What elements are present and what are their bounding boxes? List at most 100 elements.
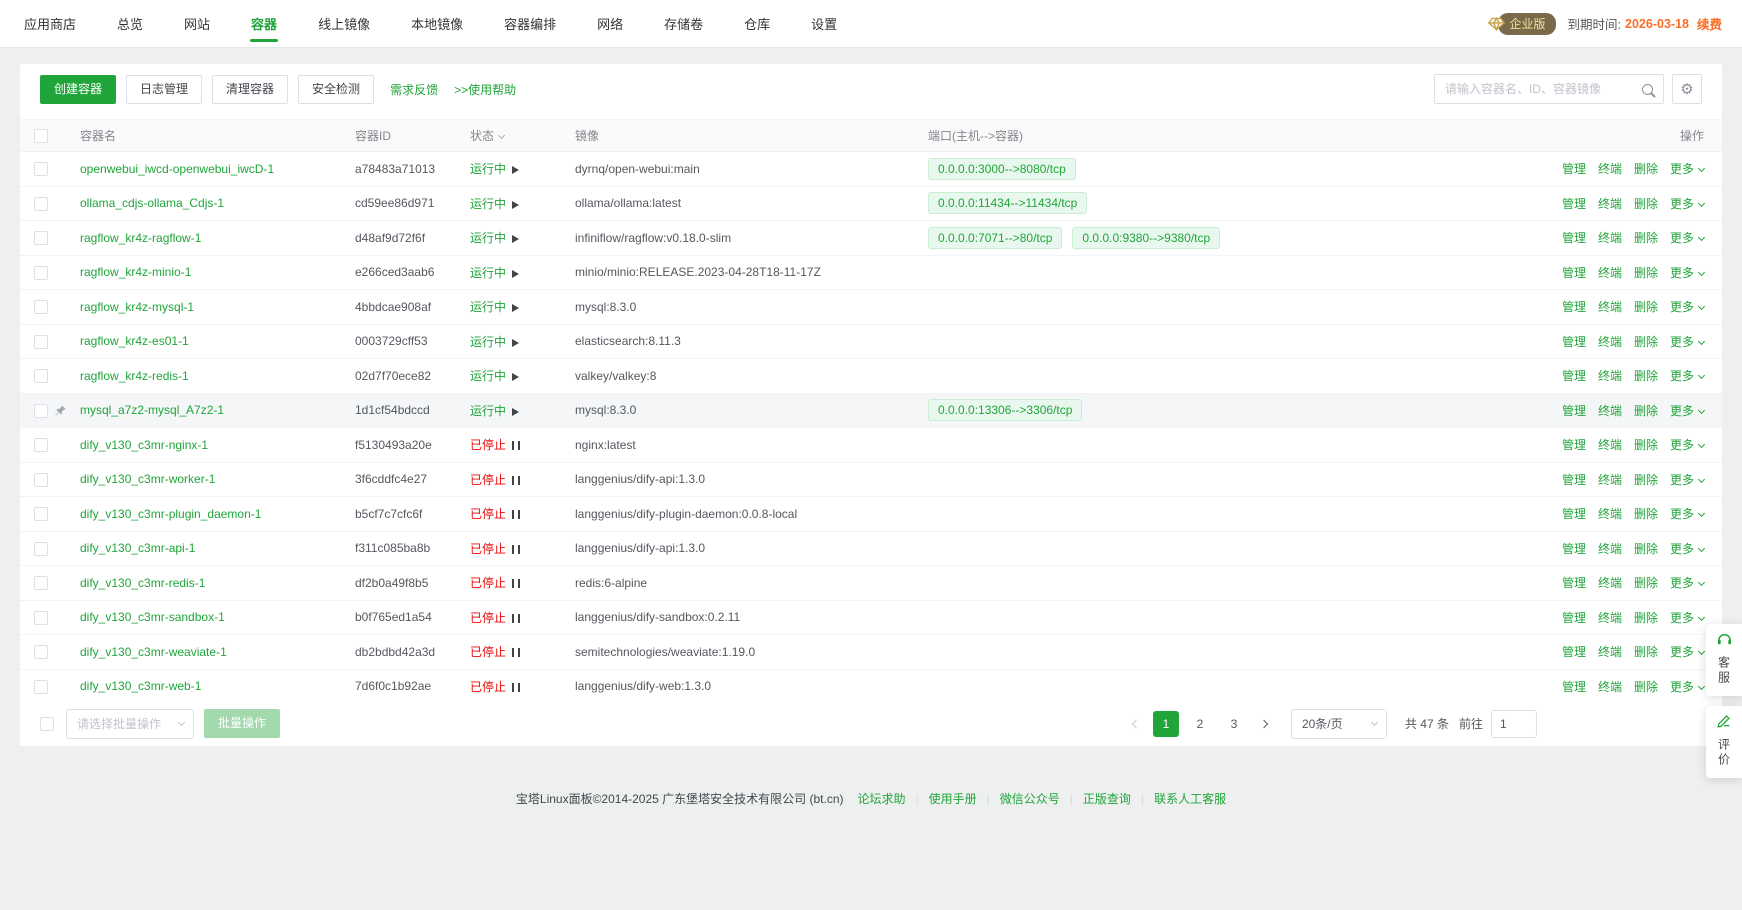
nav-item[interactable]: 本地镜像 [411,0,463,47]
goto-page-input[interactable] [1491,710,1537,738]
row-checkbox[interactable] [34,473,48,487]
footer-link[interactable]: 正版查询 [1083,792,1131,806]
delete-link[interactable]: 删除 [1634,473,1658,487]
header-status[interactable]: 状态 [470,120,575,152]
row-checkbox[interactable] [34,300,48,314]
manage-link[interactable]: 管理 [1562,680,1586,694]
search-input[interactable] [1435,82,1631,96]
nav-item[interactable]: 存储卷 [664,0,703,47]
nav-item[interactable]: 仓库 [744,0,770,47]
more-link[interactable]: 更多 [1670,266,1704,280]
manage-link[interactable]: 管理 [1562,231,1586,245]
row-checkbox[interactable] [34,162,48,176]
terminal-link[interactable]: 终端 [1598,680,1622,694]
container-name-link[interactable]: dify_v130_c3mr-web-1 [80,679,201,693]
container-name-link[interactable]: dify_v130_c3mr-sandbox-1 [80,610,225,624]
terminal-link[interactable]: 终端 [1598,645,1622,659]
row-checkbox[interactable] [34,542,48,556]
terminal-link[interactable]: 终端 [1598,369,1622,383]
container-name-link[interactable]: dify_v130_c3mr-api-1 [80,541,195,555]
container-name-link[interactable]: dify_v130_c3mr-weaviate-1 [80,645,227,659]
manage-link[interactable]: 管理 [1562,611,1586,625]
feedback-link[interactable]: 需求反馈 [390,81,438,98]
nav-item[interactable]: 容器编排 [504,0,556,47]
terminal-link[interactable]: 终端 [1598,197,1622,211]
container-name-link[interactable]: dify_v130_c3mr-worker-1 [80,472,215,486]
manage-link[interactable]: 管理 [1562,507,1586,521]
container-name-link[interactable]: ragflow_kr4z-ragflow-1 [80,231,201,245]
terminal-link[interactable]: 终端 [1598,611,1622,625]
nav-item[interactable]: 网络 [597,0,623,47]
page-button-2[interactable]: 2 [1187,711,1213,737]
manage-link[interactable]: 管理 [1562,197,1586,211]
more-link[interactable]: 更多 [1670,680,1704,694]
row-checkbox[interactable] [34,680,48,694]
footer-link[interactable]: 论坛求助 [858,792,906,806]
delete-link[interactable]: 删除 [1634,266,1658,280]
more-link[interactable]: 更多 [1670,300,1704,314]
more-link[interactable]: 更多 [1670,507,1704,521]
nav-item[interactable]: 总览 [117,0,143,47]
select-all-checkbox[interactable] [34,129,48,143]
customer-service-widget[interactable]: 客服 [1706,624,1742,696]
footer-link[interactable]: 微信公众号 [1000,792,1060,806]
container-name-link[interactable]: ollama_cdjs-ollama_Cdjs-1 [80,196,224,210]
manage-link[interactable]: 管理 [1562,162,1586,176]
row-checkbox[interactable] [34,197,48,211]
manage-link[interactable]: 管理 [1562,576,1586,590]
more-link[interactable]: 更多 [1670,404,1704,418]
row-checkbox[interactable] [34,369,48,383]
container-name-link[interactable]: ragflow_kr4z-mysql-1 [80,300,194,314]
delete-link[interactable]: 删除 [1634,300,1658,314]
prev-page-button[interactable] [1123,711,1149,737]
search-button[interactable] [1631,75,1663,103]
terminal-link[interactable]: 终端 [1598,231,1622,245]
manage-link[interactable]: 管理 [1562,404,1586,418]
more-link[interactable]: 更多 [1670,197,1704,211]
more-link[interactable]: 更多 [1670,438,1704,452]
delete-link[interactable]: 删除 [1634,542,1658,556]
page-size-select[interactable]: 20条/页 [1291,709,1387,739]
more-link[interactable]: 更多 [1670,162,1704,176]
terminal-link[interactable]: 终端 [1598,473,1622,487]
more-link[interactable]: 更多 [1670,542,1704,556]
terminal-link[interactable]: 终端 [1598,300,1622,314]
security-check-button[interactable]: 安全检测 [298,75,374,104]
clean-container-button[interactable]: 清理容器 [212,75,288,104]
manage-link[interactable]: 管理 [1562,335,1586,349]
renew-link[interactable]: 续费 [1697,14,1722,33]
feedback-widget[interactable]: 评价 [1706,706,1742,778]
manage-link[interactable]: 管理 [1562,645,1586,659]
delete-link[interactable]: 删除 [1634,438,1658,452]
nav-item[interactable]: 容器 [251,0,277,47]
terminal-link[interactable]: 终端 [1598,542,1622,556]
manage-link[interactable]: 管理 [1562,369,1586,383]
delete-link[interactable]: 删除 [1634,197,1658,211]
terminal-link[interactable]: 终端 [1598,438,1622,452]
nav-item[interactable]: 线上镜像 [318,0,370,47]
more-link[interactable]: 更多 [1670,576,1704,590]
container-name-link[interactable]: openwebui_iwcd-openwebui_iwcD-1 [80,162,274,176]
manage-link[interactable]: 管理 [1562,473,1586,487]
create-container-button[interactable]: 创建容器 [40,75,116,104]
more-link[interactable]: 更多 [1670,369,1704,383]
nav-item[interactable]: 设置 [811,0,837,47]
more-link[interactable]: 更多 [1670,335,1704,349]
terminal-link[interactable]: 终端 [1598,576,1622,590]
log-manage-button[interactable]: 日志管理 [126,75,202,104]
batch-action-select[interactable]: 请选择批量操作 [66,709,194,739]
row-checkbox[interactable] [34,438,48,452]
settings-button[interactable]: ⚙ [1672,74,1702,104]
terminal-link[interactable]: 终端 [1598,266,1622,280]
delete-link[interactable]: 删除 [1634,404,1658,418]
row-checkbox[interactable] [34,231,48,245]
more-link[interactable]: 更多 [1670,645,1704,659]
delete-link[interactable]: 删除 [1634,611,1658,625]
nav-item[interactable]: 网站 [184,0,210,47]
terminal-link[interactable]: 终端 [1598,404,1622,418]
delete-link[interactable]: 删除 [1634,369,1658,383]
manage-link[interactable]: 管理 [1562,266,1586,280]
row-checkbox[interactable] [34,404,48,418]
terminal-link[interactable]: 终端 [1598,335,1622,349]
container-name-link[interactable]: ragflow_kr4z-minio-1 [80,265,191,279]
